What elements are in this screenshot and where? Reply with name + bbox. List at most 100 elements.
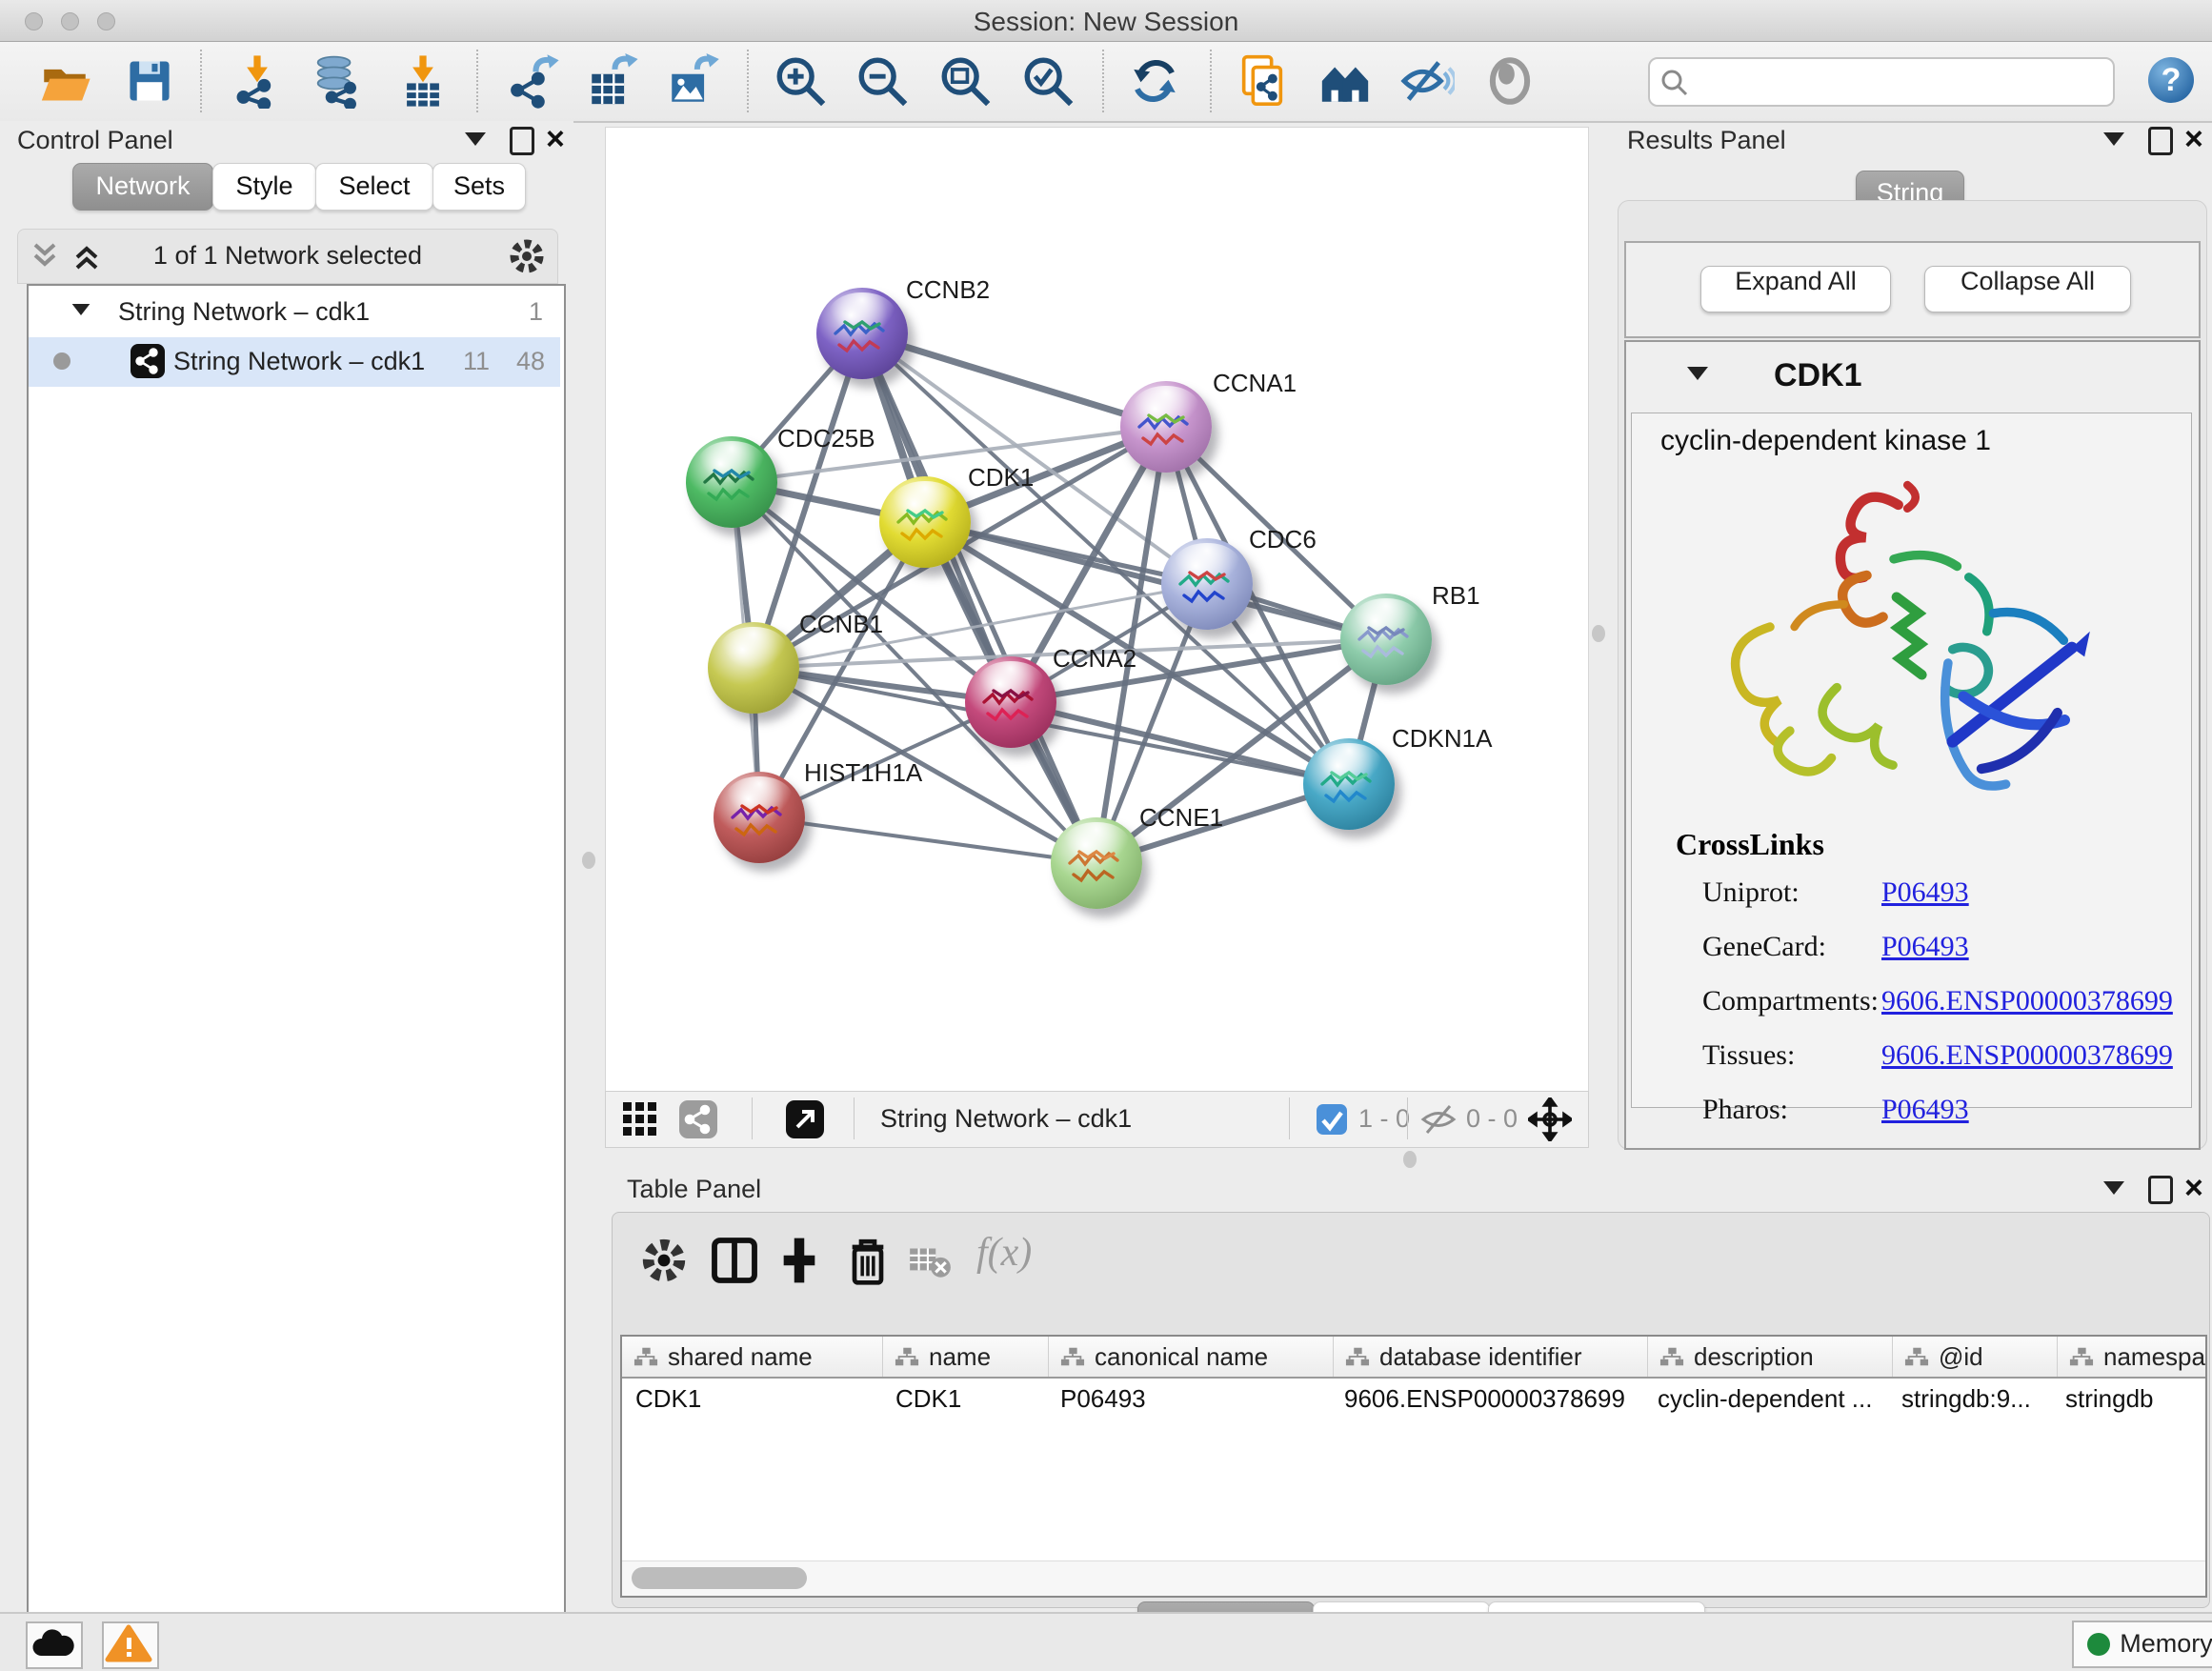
column-header-name[interactable]: name xyxy=(883,1337,1049,1377)
maximize-panel-icon[interactable] xyxy=(2148,127,2173,155)
crosslink-link[interactable]: P06493 xyxy=(1881,1094,1969,1126)
crosslink-label: GeneCard: xyxy=(1702,931,1826,963)
crosslink-link[interactable]: 9606.ENSP00000378699 xyxy=(1881,1039,2173,1072)
open-in-new-icon[interactable] xyxy=(785,1099,825,1139)
collapse-section-icon[interactable] xyxy=(1687,367,1708,380)
cell-shared-name[interactable]: CDK1 xyxy=(622,1379,882,1419)
export-table-icon[interactable] xyxy=(585,53,640,109)
tab-select[interactable]: Select xyxy=(315,163,433,211)
zoom-in-icon[interactable] xyxy=(773,53,828,109)
node-CDC25B[interactable] xyxy=(686,436,777,528)
scrollbar-thumb[interactable] xyxy=(632,1567,807,1589)
column-header-shared-name[interactable]: shared name xyxy=(622,1337,883,1377)
share-gray-icon[interactable] xyxy=(678,1099,718,1139)
table-gear-icon[interactable] xyxy=(637,1234,691,1287)
hide-eye-icon[interactable] xyxy=(1399,53,1455,109)
crosshair-move-icon[interactable] xyxy=(1528,1097,1572,1141)
memory-button[interactable]: Memory xyxy=(2072,1621,2212,1668)
node-RB1[interactable] xyxy=(1340,594,1432,685)
close-panel-icon[interactable]: × xyxy=(546,123,565,155)
edge-CDK1-RB1[interactable] xyxy=(925,522,1386,639)
splitter-handle[interactable] xyxy=(1403,1151,1417,1168)
tab-sets[interactable]: Sets xyxy=(432,163,526,211)
network-collection-row[interactable]: String Network – cdk1 1 xyxy=(29,288,560,337)
cell--id[interactable]: stringdb:9... xyxy=(1888,1379,2052,1419)
update-network-icon[interactable] xyxy=(1127,53,1182,109)
import-network-file-icon[interactable] xyxy=(230,53,285,109)
cloud-button[interactable] xyxy=(26,1621,83,1669)
maximize-panel-icon[interactable] xyxy=(510,127,534,155)
warning-icon xyxy=(104,1623,153,1663)
horizontal-scrollbar[interactable] xyxy=(622,1560,2205,1596)
help-button[interactable]: ? xyxy=(2148,57,2194,103)
expand-all-button[interactable]: Expand All xyxy=(1700,266,1891,312)
column-header-namespace[interactable]: namespace xyxy=(2058,1337,2207,1377)
node-CCNB1[interactable] xyxy=(708,622,799,714)
close-panel-icon[interactable]: × xyxy=(2184,123,2203,155)
crosslink-link[interactable]: P06493 xyxy=(1881,931,1969,963)
footer-separator xyxy=(854,1097,855,1139)
houses-icon[interactable] xyxy=(1317,53,1373,109)
maximize-panel-icon[interactable] xyxy=(2148,1176,2173,1204)
node-CDKN1A[interactable] xyxy=(1303,738,1395,830)
network-canvas[interactable]: CCNB2CCNA1CDC25BCDK1CDC6RB1CCNB1CCNA2CDK… xyxy=(605,127,1589,1093)
node-CDK1[interactable] xyxy=(879,476,971,568)
column-header-database-identifier[interactable]: database identifier xyxy=(1334,1337,1648,1377)
column-header--id[interactable]: @id xyxy=(1893,1337,2058,1377)
birds-eye-grid-icon[interactable] xyxy=(621,1100,659,1138)
node-CCNA1[interactable] xyxy=(1120,381,1212,473)
float-panel-icon[interactable] xyxy=(2103,132,2124,146)
crosslink-link[interactable]: P06493 xyxy=(1881,876,1969,909)
node-label-CCNB1: CCNB1 xyxy=(799,610,883,639)
cell-database-identifier[interactable]: 9606.ENSP00000378699 xyxy=(1331,1379,1644,1419)
select-columns-icon[interactable] xyxy=(708,1234,761,1287)
zoom-out-icon[interactable] xyxy=(855,53,910,109)
fit-content-icon[interactable] xyxy=(937,53,993,109)
cell-name[interactable]: CDK1 xyxy=(882,1379,1047,1419)
splitter-handle[interactable] xyxy=(582,852,595,869)
export-image-icon[interactable] xyxy=(665,53,720,109)
float-panel-icon[interactable] xyxy=(465,132,486,146)
export-network-icon[interactable] xyxy=(506,53,561,109)
zoom-selected-icon[interactable] xyxy=(1020,53,1076,109)
node-CCNB2[interactable] xyxy=(816,288,908,379)
column-header-canonical-name[interactable]: canonical name xyxy=(1049,1337,1334,1377)
gear-icon[interactable] xyxy=(506,235,548,277)
open-session-icon[interactable] xyxy=(37,53,92,109)
node-label-CCNA2: CCNA2 xyxy=(1053,644,1136,674)
node-CDC6[interactable] xyxy=(1161,538,1253,630)
save-session-icon[interactable] xyxy=(122,53,177,109)
node-CCNA2[interactable] xyxy=(965,656,1056,748)
splitter-handle[interactable] xyxy=(1592,625,1605,642)
selected-checkbox-icon[interactable] xyxy=(1316,1103,1348,1136)
add-column-icon[interactable] xyxy=(773,1234,826,1287)
table-row[interactable]: CDK1CDK1P064939606.ENSP00000378699cyclin… xyxy=(622,1379,2207,1419)
search-input[interactable] xyxy=(1699,63,2103,99)
node-CCNE1[interactable] xyxy=(1051,817,1142,909)
crosslink-row: GeneCard: P06493 xyxy=(1632,931,2191,978)
gene-section-header[interactable]: CDK1 xyxy=(1626,342,2199,411)
edge-HIST1H1A-CCNE1[interactable] xyxy=(759,817,1096,863)
eye-disabled-icon[interactable] xyxy=(1482,53,1538,109)
tab-style[interactable]: Style xyxy=(212,163,316,211)
warning-button[interactable] xyxy=(102,1621,159,1669)
string-document-icon[interactable] xyxy=(1235,53,1290,109)
crosslink-link[interactable]: 9606.ENSP00000378699 xyxy=(1881,985,2173,1017)
tab-network[interactable]: Network xyxy=(72,163,213,211)
cell-namespace[interactable]: stringdb xyxy=(2052,1379,2207,1419)
cell-description[interactable]: cyclin-dependent ... xyxy=(1644,1379,1888,1419)
float-panel-icon[interactable] xyxy=(2103,1181,2124,1195)
close-panel-icon[interactable]: × xyxy=(2184,1172,2203,1204)
delete-trash-icon[interactable] xyxy=(841,1234,895,1287)
import-table-icon[interactable] xyxy=(395,53,451,109)
collapse-all-button[interactable]: Collapse All xyxy=(1924,266,2131,312)
import-network-database-icon[interactable] xyxy=(309,53,364,109)
edge-CCNB2-CCNA1[interactable] xyxy=(862,333,1166,427)
cell-canonical-name[interactable]: P06493 xyxy=(1047,1379,1331,1419)
network-selection-status: 1 of 1 Network selected xyxy=(18,241,557,271)
column-header-description[interactable]: description xyxy=(1648,1337,1893,1377)
collapse-tree-icon[interactable] xyxy=(72,304,90,315)
node-HIST1H1A[interactable] xyxy=(714,772,805,863)
network-row-selected[interactable]: String Network – cdk1 11 48 xyxy=(29,337,560,387)
protein-ribbon-icon xyxy=(727,791,790,848)
